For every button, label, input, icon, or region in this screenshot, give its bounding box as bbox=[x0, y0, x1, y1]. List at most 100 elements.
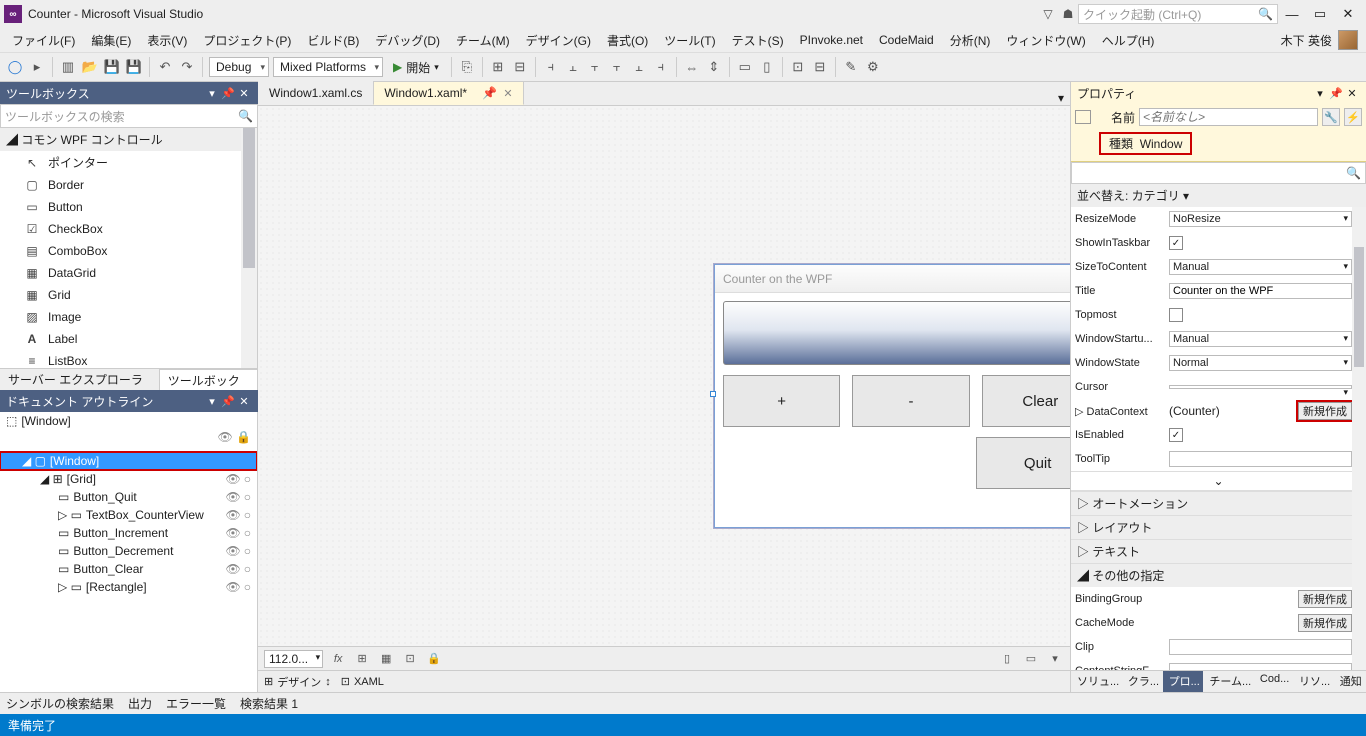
prop-search-input[interactable]: 🔍 bbox=[1071, 162, 1366, 184]
split-v-icon[interactable]: ▭ bbox=[1022, 650, 1040, 668]
toolbox-item-pointer[interactable]: ↖ポインター bbox=[0, 151, 257, 174]
prop-sort-dropdown[interactable]: 並べ替え: カテゴリ ▾ bbox=[1071, 184, 1366, 207]
menu-project[interactable]: プロジェクト(P) bbox=[195, 30, 299, 51]
bottom-tab-symbols[interactable]: シンボルの検索結果 bbox=[6, 695, 114, 712]
save-icon[interactable]: 💾 bbox=[103, 58, 121, 76]
prop-close-icon[interactable]: ✕ bbox=[1344, 87, 1360, 100]
rtab-class[interactable]: クラ... bbox=[1122, 671, 1163, 692]
rtab-resource[interactable]: リソ... bbox=[1293, 671, 1334, 692]
outline-dropdown-icon[interactable]: ▾ bbox=[204, 395, 220, 408]
bottom-tab-errors[interactable]: エラー一覧 bbox=[166, 695, 226, 712]
user-avatar[interactable] bbox=[1338, 30, 1358, 50]
toolbox-item-combobox[interactable]: ▤ComboBox bbox=[0, 240, 257, 262]
prop-cachemode-new[interactable]: 新規作成 bbox=[1298, 614, 1352, 632]
eye-icon[interactable]: 👁 bbox=[226, 544, 241, 558]
toolbox-item-button[interactable]: ▭Button bbox=[0, 196, 257, 218]
align-center-icon[interactable]: ⫠ bbox=[564, 58, 582, 76]
menu-design[interactable]: デザイン(G) bbox=[518, 30, 599, 51]
menu-analyze[interactable]: 分析(N) bbox=[942, 30, 999, 51]
toolbox-scrollbar[interactable] bbox=[241, 128, 257, 368]
dist-v-icon[interactable]: ⇕ bbox=[705, 58, 723, 76]
outline-item-rectangle[interactable]: ▷ ▭ [Rectangle]👁○ bbox=[0, 578, 257, 596]
prop-cursor[interactable] bbox=[1169, 385, 1352, 389]
toolbox-dropdown-icon[interactable]: ▾ bbox=[204, 87, 220, 100]
designer-view-tab[interactable]: ⊞ デザイン ↕ bbox=[264, 674, 331, 690]
menu-build[interactable]: ビルド(B) bbox=[299, 30, 367, 51]
rtab-properties[interactable]: プロ... bbox=[1163, 671, 1204, 692]
misc-icon-1[interactable]: ✎ bbox=[842, 58, 860, 76]
align-left-icon[interactable]: ⫞ bbox=[542, 58, 560, 76]
prop-resizemode[interactable]: NoResize bbox=[1169, 211, 1352, 227]
platform-dropdown[interactable]: Mixed Platforms bbox=[273, 57, 383, 77]
new-project-icon[interactable]: ▥ bbox=[59, 58, 77, 76]
editor-tab-xaml[interactable]: Window1.xaml* 📌✕ bbox=[373, 81, 523, 105]
nav-fwd-icon[interactable]: ▸ bbox=[28, 58, 46, 76]
outline-item-clear[interactable]: ▭ Button_Clear👁○ bbox=[0, 560, 257, 578]
prop-cat-text[interactable]: ▷ テキスト bbox=[1071, 539, 1366, 563]
prop-showintaskbar[interactable]: ✓ bbox=[1169, 236, 1183, 250]
toolbox-close-icon[interactable]: ✕ bbox=[236, 87, 252, 100]
toolbox-item-label[interactable]: ALabel bbox=[0, 328, 257, 350]
outline-item-decrement[interactable]: ▭ Button_Decrement👁○ bbox=[0, 542, 257, 560]
menu-codemaid[interactable]: CodeMaid bbox=[871, 31, 942, 49]
prop-tooltip[interactable] bbox=[1169, 451, 1352, 467]
lock-icon[interactable]: 🔒 bbox=[425, 650, 443, 668]
lock-icon[interactable]: ○ bbox=[244, 472, 251, 486]
user-name[interactable]: 木下 英俊 bbox=[1281, 32, 1332, 49]
outline-eye-icon[interactable]: 👁 bbox=[217, 430, 232, 452]
tb-icon-3[interactable]: ⊟ bbox=[511, 58, 529, 76]
outline-root[interactable]: ⬚ [Window] bbox=[0, 412, 257, 430]
group-icon[interactable]: ⊡ bbox=[789, 58, 807, 76]
wpf-quit-button[interactable]: Quit bbox=[976, 437, 1070, 489]
prop-pin-icon[interactable]: 📌 bbox=[1328, 87, 1344, 100]
prop-topmost[interactable] bbox=[1169, 308, 1183, 322]
split-h-icon[interactable]: ▯ bbox=[998, 650, 1016, 668]
snap-lines-icon[interactable]: ▦ bbox=[377, 650, 395, 668]
prop-bindinggroup-new[interactable]: 新規作成 bbox=[1298, 590, 1352, 608]
outline-item-increment[interactable]: ▭ Button_Increment👁○ bbox=[0, 524, 257, 542]
outline-item-window[interactable]: ◢ ▢ [Window] bbox=[0, 452, 257, 470]
ungroup-icon[interactable]: ⊟ bbox=[811, 58, 829, 76]
rtab-code[interactable]: Cod... bbox=[1254, 671, 1293, 692]
outline-item-counterview[interactable]: ▷ ▭ TextBox_CounterView👁○ bbox=[0, 506, 257, 524]
order-back-icon[interactable]: ▯ bbox=[758, 58, 776, 76]
rtab-notify[interactable]: 通知 bbox=[1334, 671, 1366, 692]
lock-icon[interactable]: ○ bbox=[244, 526, 251, 540]
eye-icon[interactable]: 👁 bbox=[226, 562, 241, 576]
prop-csf[interactable] bbox=[1169, 663, 1352, 670]
toolbox-item-image[interactable]: ▨Image bbox=[0, 306, 257, 328]
tb-icon-1[interactable]: ⎘ bbox=[458, 58, 476, 76]
prop-windowstate[interactable]: Normal bbox=[1169, 355, 1352, 371]
config-dropdown[interactable]: Debug bbox=[209, 57, 269, 77]
misc-icon-2[interactable]: ⚙ bbox=[864, 58, 882, 76]
prop-expand-toggle[interactable]: ⌄ bbox=[1071, 471, 1366, 491]
bottom-tab-output[interactable]: 出力 bbox=[128, 695, 152, 712]
bottom-tab-findresults[interactable]: 検索結果 1 bbox=[240, 695, 298, 712]
toolbox-item-checkbox[interactable]: ☑CheckBox bbox=[0, 218, 257, 240]
properties-scrollbar[interactable] bbox=[1352, 207, 1366, 670]
toolbox-pin-icon[interactable]: 📌 bbox=[220, 87, 236, 100]
toolbox-item-border[interactable]: ▢Border bbox=[0, 174, 257, 196]
outline-item-quit[interactable]: ▭ Button_Quit👁○ bbox=[0, 488, 257, 506]
start-debug-button[interactable]: ▶ 開始 ▾ bbox=[387, 59, 445, 76]
menu-help[interactable]: ヘルプ(H) bbox=[1094, 30, 1163, 51]
snap-icon[interactable]: ⊡ bbox=[401, 650, 419, 668]
fx-icon[interactable]: fx bbox=[329, 650, 347, 668]
toolbox-item-datagrid[interactable]: ▦DataGrid bbox=[0, 262, 257, 284]
eye-icon[interactable]: 👁 bbox=[226, 490, 241, 504]
prop-sizetocontent[interactable]: Manual bbox=[1169, 259, 1352, 275]
align-mid-icon[interactable]: ⫠ bbox=[630, 58, 648, 76]
menu-pinvoke[interactable]: PInvoke.net bbox=[792, 31, 871, 49]
tb-icon-2[interactable]: ⊞ bbox=[489, 58, 507, 76]
quick-launch-input[interactable]: クイック起動 (Ctrl+Q) 🔍 bbox=[1078, 4, 1278, 24]
prop-isenabled[interactable]: ✓ bbox=[1169, 428, 1183, 442]
prop-datacontext-new[interactable]: 新規作成 bbox=[1298, 402, 1352, 420]
prop-clip[interactable] bbox=[1169, 639, 1352, 655]
outline-lock-icon[interactable]: 🔒 bbox=[236, 430, 251, 452]
outline-item-grid[interactable]: ◢ ⊞ [Grid]👁○ bbox=[0, 470, 257, 488]
prop-cat-other[interactable]: ◢ その他の指定 bbox=[1071, 563, 1366, 587]
menu-format[interactable]: 書式(O) bbox=[599, 30, 656, 51]
eye-icon[interactable]: 👁 bbox=[226, 472, 241, 486]
menu-debug[interactable]: デバッグ(D) bbox=[367, 30, 448, 51]
wpf-minus-button[interactable]: - bbox=[852, 375, 969, 427]
